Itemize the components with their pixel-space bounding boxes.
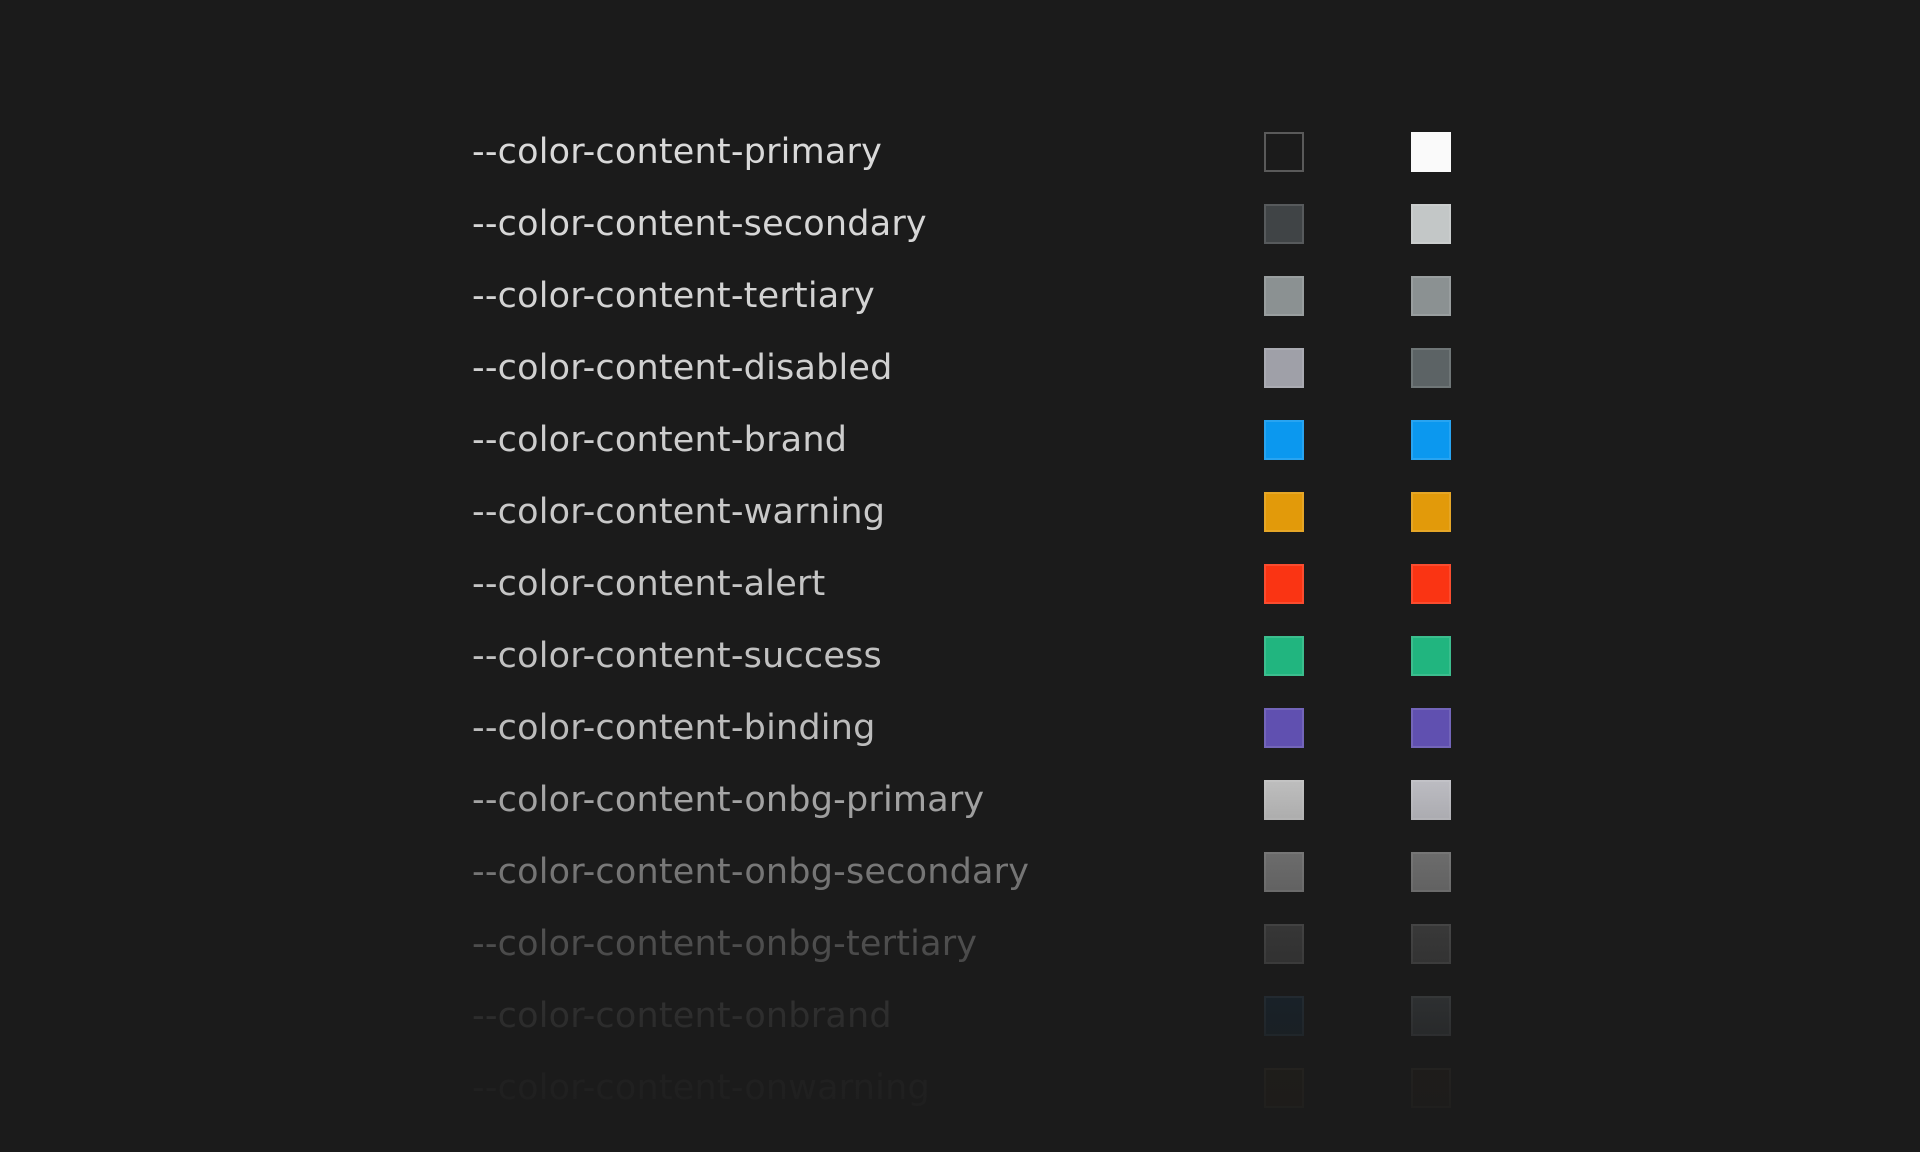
token-row: --color-content-brand — [472, 404, 1472, 476]
light-theme-swatch — [1264, 492, 1304, 532]
token-name: --color-content-onbg-tertiary — [472, 923, 978, 964]
dark-theme-swatch — [1411, 924, 1451, 964]
token-row: --color-content-onbg-tertiary — [472, 908, 1472, 980]
token-row: --color-content-secondary — [472, 188, 1472, 260]
color-token-list: --color-content-primary --color-content-s… — [472, 116, 1472, 1124]
light-theme-swatch — [1264, 852, 1304, 892]
dark-theme-swatch — [1411, 204, 1451, 244]
token-row: --color-content-onbg-secondary — [472, 836, 1472, 908]
dark-theme-swatch — [1411, 1068, 1451, 1108]
token-name: --color-content-onbg-primary — [472, 779, 985, 820]
light-theme-swatch — [1264, 708, 1304, 748]
token-row: --color-content-binding — [472, 692, 1472, 764]
token-row: --color-content-primary — [472, 116, 1472, 188]
token-name: --color-content-onbrand — [472, 995, 892, 1036]
dark-theme-swatch — [1411, 780, 1451, 820]
token-name: --color-content-primary — [472, 131, 883, 172]
dark-theme-swatch — [1411, 708, 1451, 748]
dark-theme-swatch — [1411, 996, 1451, 1036]
token-row: --color-content-disabled — [472, 332, 1472, 404]
light-theme-swatch — [1264, 204, 1304, 244]
light-theme-swatch — [1264, 348, 1304, 388]
light-theme-swatch — [1264, 1068, 1304, 1108]
token-row: --color-content-warning — [472, 476, 1472, 548]
token-name: --color-content-tertiary — [472, 275, 875, 316]
token-row: --color-content-alert — [472, 548, 1472, 620]
dark-theme-swatch — [1411, 852, 1451, 892]
token-name: --color-content-success — [472, 635, 882, 676]
token-name: --color-content-alert — [472, 563, 826, 604]
light-theme-swatch — [1264, 276, 1304, 316]
token-name: --color-content-binding — [472, 707, 876, 748]
light-theme-swatch — [1264, 636, 1304, 676]
token-name: --color-content-onbg-secondary — [472, 851, 1030, 892]
token-row: --color-content-onbrand — [472, 980, 1472, 1052]
dark-theme-swatch — [1411, 564, 1451, 604]
token-name: --color-content-disabled — [472, 347, 893, 388]
dark-theme-swatch — [1411, 276, 1451, 316]
token-preview-canvas: --color-content-primary --color-content-s… — [0, 0, 1920, 1152]
token-name: --color-content-secondary — [472, 203, 927, 244]
dark-theme-swatch — [1411, 420, 1451, 460]
light-theme-swatch — [1264, 132, 1304, 172]
token-row: --color-content-tertiary — [472, 260, 1472, 332]
token-row: --color-content-onbg-primary — [472, 764, 1472, 836]
dark-theme-swatch — [1411, 348, 1451, 388]
light-theme-swatch — [1264, 564, 1304, 604]
token-name: --color-content-warning — [472, 491, 886, 532]
dark-theme-swatch — [1411, 132, 1451, 172]
light-theme-swatch — [1264, 996, 1304, 1036]
token-row: --color-content-onwarning — [472, 1052, 1472, 1124]
dark-theme-swatch — [1411, 492, 1451, 532]
light-theme-swatch — [1264, 924, 1304, 964]
token-row: --color-content-success — [472, 620, 1472, 692]
light-theme-swatch — [1264, 780, 1304, 820]
dark-theme-swatch — [1411, 636, 1451, 676]
token-name: --color-content-onwarning — [472, 1067, 930, 1108]
token-name: --color-content-brand — [472, 419, 848, 460]
light-theme-swatch — [1264, 420, 1304, 460]
